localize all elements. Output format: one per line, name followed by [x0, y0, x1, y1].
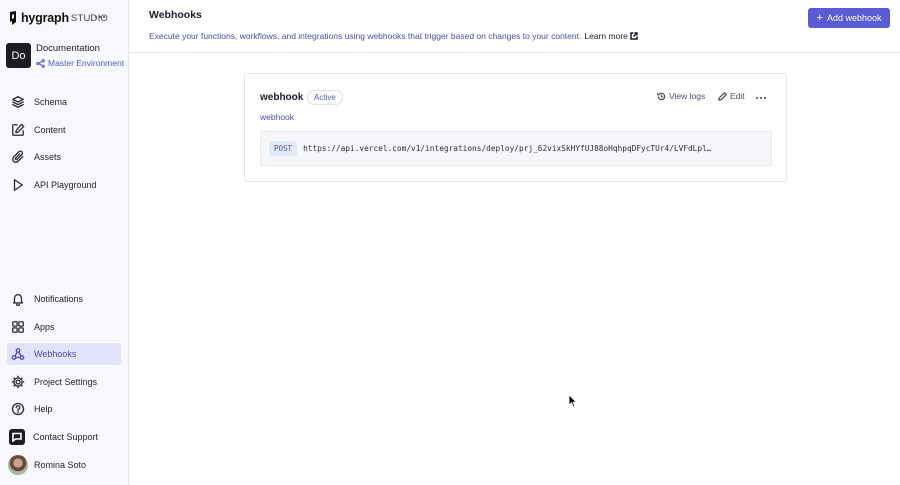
brand-logo[interactable]: hygraph STUDIO: [7, 10, 108, 26]
help-icon: [11, 402, 25, 416]
webhook-endpoint: POST https://api.vercel.com/v1/integrati…: [260, 131, 772, 166]
sidebar-item-label: Webhooks: [34, 349, 77, 359]
sidebar-item-assets[interactable]: Assets: [7, 146, 121, 168]
sidebar-item-content[interactable]: Content: [7, 119, 121, 141]
gear-icon: [11, 375, 25, 389]
webhook-url: https://api.vercel.com/v1/integrations/d…: [303, 144, 712, 153]
view-logs-button[interactable]: View logs: [657, 91, 705, 101]
environment-link[interactable]: Master Environment: [36, 57, 124, 69]
project-name: Documentation: [36, 43, 100, 54]
sidebar-item-label: Assets: [34, 152, 62, 162]
sidebar-item-label: Apps: [34, 322, 55, 332]
http-method-badge: POST: [269, 141, 298, 156]
branch-icon: [36, 58, 45, 68]
sidebar-item-label: Content: [34, 125, 66, 135]
sidebar-item-help[interactable]: Help: [7, 398, 121, 420]
user-avatar: [8, 455, 28, 475]
paperclip-icon: [11, 150, 25, 164]
hygraph-logo-icon: [10, 10, 16, 25]
external-link-icon: [630, 32, 638, 40]
project-avatar: Do: [6, 43, 31, 68]
sidebar-item-label: Schema: [34, 97, 68, 107]
add-webhook-label: Add webhook: [826, 13, 882, 23]
sidebar-item-webhooks[interactable]: Webhooks: [7, 343, 121, 365]
layers-icon: [11, 95, 25, 109]
grid-icon: [11, 320, 25, 334]
status-badge: Active: [307, 90, 343, 105]
environment-name: Master Environment: [48, 58, 125, 68]
sidebar-item-contact-support[interactable]: Contact Support: [7, 426, 121, 448]
webhook-description: webhook: [260, 112, 295, 122]
mouse-cursor-icon: [568, 394, 578, 408]
learn-more-label: Learn more: [584, 31, 628, 41]
more-options-icon[interactable]: [95, 12, 105, 22]
learn-more-link[interactable]: Learn more: [584, 31, 638, 41]
page-description-text: Execute your functions, workflows, and i…: [149, 31, 582, 41]
history-icon: [657, 92, 666, 100]
sidebar: hygraph STUDIO Do Documentation Master E…: [0, 0, 129, 485]
sidebar-item-label: API Playground: [34, 180, 97, 190]
webhook-name: webhook: [260, 92, 304, 103]
view-logs-label: View logs: [669, 91, 706, 101]
sidebar-item-label: Help: [34, 404, 53, 414]
sidebar-item-project-settings[interactable]: Project Settings: [7, 371, 121, 393]
sidebar-item-label: Contact Support: [33, 432, 99, 442]
user-name: Romina Soto: [34, 460, 87, 470]
project-switcher[interactable]: Do Documentation Master Environment: [6, 43, 124, 69]
more-actions-icon[interactable]: [756, 97, 766, 100]
play-icon: [11, 178, 25, 192]
pencil-icon: [718, 91, 727, 101]
bell-icon: [11, 292, 25, 306]
page-description: Execute your functions, workflows, and i…: [149, 31, 638, 41]
edit-label: Edit: [730, 91, 745, 101]
webhook-icon: [11, 347, 25, 361]
add-webhook-button[interactable]: + Add webhook: [808, 8, 890, 28]
edit-button[interactable]: Edit: [718, 91, 745, 101]
sidebar-item-notifications[interactable]: Notifications: [7, 288, 121, 310]
sidebar-item-label: Notifications: [34, 294, 84, 304]
sidebar-item-schema[interactable]: Schema: [7, 91, 121, 113]
sidebar-item-apps[interactable]: Apps: [7, 316, 121, 338]
webhook-card[interactable]: webhook Active webhook View logs Edit PO…: [244, 73, 787, 182]
edit-icon: [11, 123, 25, 137]
header-divider: [129, 52, 900, 53]
page-title: Webhooks: [149, 9, 202, 21]
plus-icon: +: [816, 11, 823, 24]
sidebar-item-user[interactable]: Romina Soto: [7, 454, 121, 476]
sidebar-item-api-playground[interactable]: API Playground: [7, 174, 121, 196]
chat-icon: [9, 429, 25, 445]
brand-name: hygraph: [21, 11, 69, 25]
sidebar-item-label: Project Settings: [34, 377, 98, 387]
